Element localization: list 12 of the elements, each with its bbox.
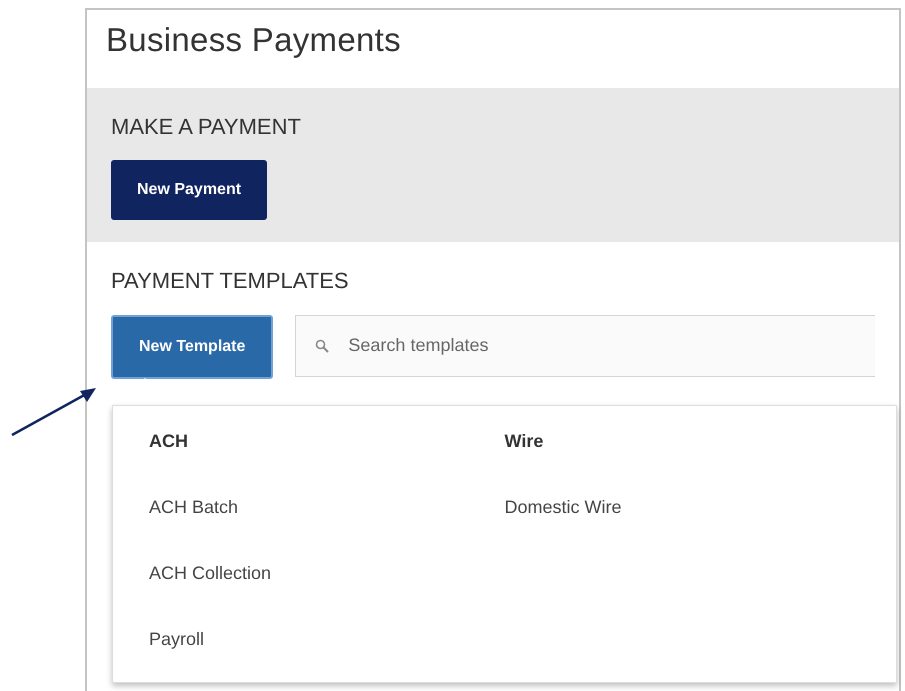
menu-item[interactable]: Domestic Wire: [504, 494, 860, 521]
new-payment-button[interactable]: New Payment: [111, 160, 268, 220]
section-heading: PAYMENT TEMPLATES: [111, 268, 350, 295]
menu-item[interactable]: Payroll: [149, 626, 504, 653]
menu-item[interactable]: ACH Collection: [149, 560, 504, 587]
new-template-button[interactable]: New Template: [111, 314, 274, 379]
menu-group-heading: Wire: [504, 430, 544, 453]
section-heading: MAKE A PAYMENT: [111, 114, 302, 140]
search-field[interactable]: Search templates: [295, 314, 875, 377]
menu-item[interactable]: ACH Batch: [149, 494, 504, 521]
menu-group-heading: ACH: [149, 430, 189, 453]
page-title: Business Payments: [105, 20, 402, 60]
